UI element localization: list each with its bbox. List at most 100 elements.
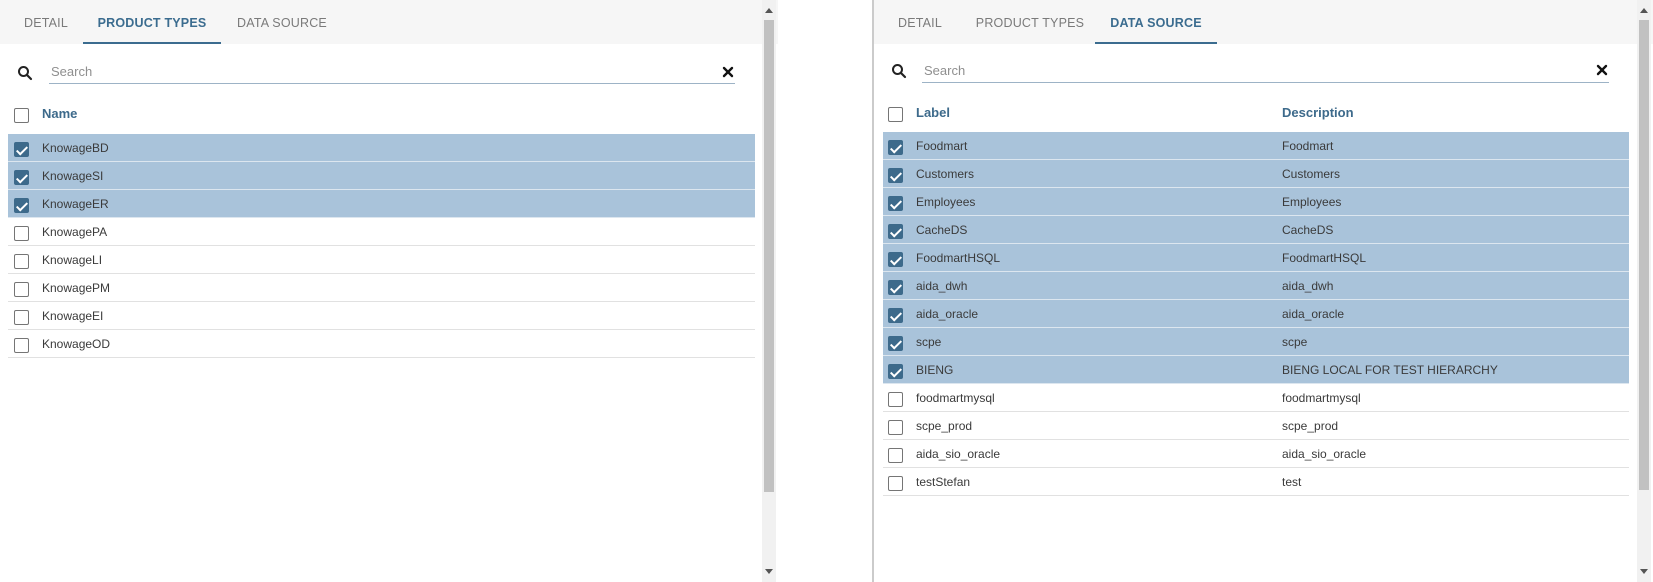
- row-label: scpe_prod: [916, 419, 973, 433]
- table-row[interactable]: Foodmart Foodmart: [883, 132, 1629, 160]
- arrow-down-icon[interactable]: [1640, 569, 1648, 574]
- tab-product-types[interactable]: PRODUCT TYPES: [83, 0, 221, 44]
- row-description: aida_sio_oracle: [1282, 447, 1367, 461]
- row-name: KnowageER: [42, 197, 109, 211]
- scroll-thumb[interactable]: [1639, 20, 1649, 490]
- table-row[interactable]: foodmartmysql foodmartmysql: [883, 384, 1629, 412]
- row-description: test: [1282, 475, 1302, 489]
- table-row[interactable]: BIENG BIENG LOCAL FOR TEST HIERARCHY: [883, 356, 1629, 384]
- tab-data-source[interactable]: DATA SOURCE: [226, 0, 338, 44]
- table-row[interactable]: FoodmartHSQL FoodmartHSQL: [883, 244, 1629, 272]
- row-label: aida_dwh: [916, 279, 968, 293]
- row-checkbox[interactable]: [888, 168, 903, 183]
- row-name: KnowagePA: [42, 225, 108, 239]
- table-row[interactable]: aida_dwh aida_dwh: [883, 272, 1629, 300]
- scroll-thumb[interactable]: [764, 20, 774, 492]
- close-icon[interactable]: [1595, 63, 1609, 77]
- search-icon: [892, 64, 907, 79]
- data-source-panel: DETAIL PRODUCT TYPES DATA SOURCE Label D…: [874, 0, 1653, 582]
- row-checkbox[interactable]: [14, 226, 29, 241]
- table-row[interactable]: aida_sio_oracle aida_sio_oracle: [883, 440, 1629, 468]
- table-row[interactable]: CacheDS CacheDS: [883, 216, 1629, 244]
- table-row[interactable]: Customers Customers: [883, 160, 1629, 188]
- arrow-down-icon[interactable]: [765, 569, 773, 574]
- row-name: KnowageOD: [42, 337, 111, 351]
- close-icon[interactable]: [721, 65, 735, 79]
- tab-detail[interactable]: DETAIL: [4, 0, 88, 44]
- row-description: scpe: [1282, 335, 1308, 349]
- row-label: aida_oracle: [916, 307, 979, 321]
- row-label: scpe: [916, 335, 942, 349]
- select-all-checkbox[interactable]: [14, 108, 29, 123]
- active-tab-indicator: [83, 42, 221, 44]
- row-description: FoodmartHSQL: [1282, 251, 1367, 265]
- product-types-panel: DETAIL PRODUCT TYPES DATA SOURCE Name Kn…: [0, 0, 778, 582]
- tab-data-source[interactable]: DATA SOURCE: [1095, 0, 1217, 44]
- table-row[interactable]: scpe scpe: [883, 328, 1629, 356]
- panel-gap: [778, 0, 874, 582]
- row-checkbox[interactable]: [14, 338, 29, 353]
- tab-detail[interactable]: DETAIL: [878, 0, 962, 44]
- row-checkbox[interactable]: [888, 364, 903, 379]
- table-row[interactable]: Employees Employees: [883, 188, 1629, 216]
- tab-bar: DETAIL PRODUCT TYPES DATA SOURCE: [874, 0, 1653, 44]
- row-name: KnowageLI: [42, 253, 103, 267]
- table-row[interactable]: testStefan test: [883, 468, 1629, 496]
- row-checkbox[interactable]: [888, 280, 903, 295]
- table-row[interactable]: KnowageER: [8, 190, 755, 218]
- search-input[interactable]: [922, 59, 1609, 83]
- row-checkbox[interactable]: [14, 282, 29, 297]
- search-input[interactable]: [49, 60, 735, 84]
- row-checkbox[interactable]: [888, 336, 903, 351]
- row-checkbox[interactable]: [888, 196, 903, 211]
- row-checkbox[interactable]: [888, 224, 903, 239]
- table-row[interactable]: KnowageLI: [8, 246, 755, 274]
- row-checkbox[interactable]: [888, 140, 903, 155]
- column-header-label[interactable]: Label: [916, 105, 950, 120]
- table-row[interactable]: KnowagePA: [8, 218, 755, 246]
- column-header-name[interactable]: Name: [42, 106, 77, 121]
- search-icon: [18, 66, 33, 81]
- tab-product-types[interactable]: PRODUCT TYPES: [966, 0, 1094, 44]
- tab-label: DATA SOURCE: [1110, 16, 1202, 30]
- row-description: aida_dwh: [1282, 279, 1334, 293]
- row-checkbox[interactable]: [14, 310, 29, 325]
- row-checkbox[interactable]: [14, 254, 29, 269]
- row-checkbox[interactable]: [888, 448, 903, 463]
- row-checkbox[interactable]: [888, 420, 903, 435]
- row-description: Employees: [1282, 195, 1342, 209]
- tab-bar: DETAIL PRODUCT TYPES DATA SOURCE: [0, 0, 778, 44]
- row-description: Customers: [1282, 167, 1341, 181]
- row-description: BIENG LOCAL FOR TEST HIERARCHY: [1282, 363, 1498, 377]
- table-row[interactable]: KnowageEI: [8, 302, 755, 330]
- row-checkbox[interactable]: [14, 142, 29, 157]
- row-name: KnowagePM: [42, 281, 111, 295]
- select-all-checkbox[interactable]: [888, 107, 903, 122]
- arrow-up-icon[interactable]: [765, 8, 773, 13]
- row-checkbox[interactable]: [888, 308, 903, 323]
- row-checkbox[interactable]: [888, 392, 903, 407]
- scrollbar[interactable]: [1637, 0, 1651, 582]
- table-row[interactable]: KnowageSI: [8, 162, 755, 190]
- row-description: foodmartmysql: [1282, 391, 1361, 405]
- scrollbar[interactable]: [762, 0, 776, 582]
- row-checkbox[interactable]: [14, 198, 29, 213]
- row-label: CacheDS: [916, 223, 968, 237]
- table-row[interactable]: aida_oracle aida_oracle: [883, 300, 1629, 328]
- table-row[interactable]: scpe_prod scpe_prod: [883, 412, 1629, 440]
- row-name: KnowageSI: [42, 169, 104, 183]
- row-checkbox[interactable]: [888, 476, 903, 491]
- row-checkbox[interactable]: [14, 170, 29, 185]
- table-row[interactable]: KnowageBD: [8, 134, 755, 162]
- row-label: Customers: [916, 167, 975, 181]
- row-label: testStefan: [916, 475, 971, 489]
- row-checkbox[interactable]: [888, 252, 903, 267]
- row-label: FoodmartHSQL: [916, 251, 1001, 265]
- row-description: aida_oracle: [1282, 307, 1345, 321]
- table-row[interactable]: KnowageOD: [8, 330, 755, 358]
- row-description: CacheDS: [1282, 223, 1334, 237]
- column-header-description[interactable]: Description: [1282, 105, 1354, 120]
- arrow-up-icon[interactable]: [1640, 8, 1648, 13]
- row-label: foodmartmysql: [916, 391, 995, 405]
- table-row[interactable]: KnowagePM: [8, 274, 755, 302]
